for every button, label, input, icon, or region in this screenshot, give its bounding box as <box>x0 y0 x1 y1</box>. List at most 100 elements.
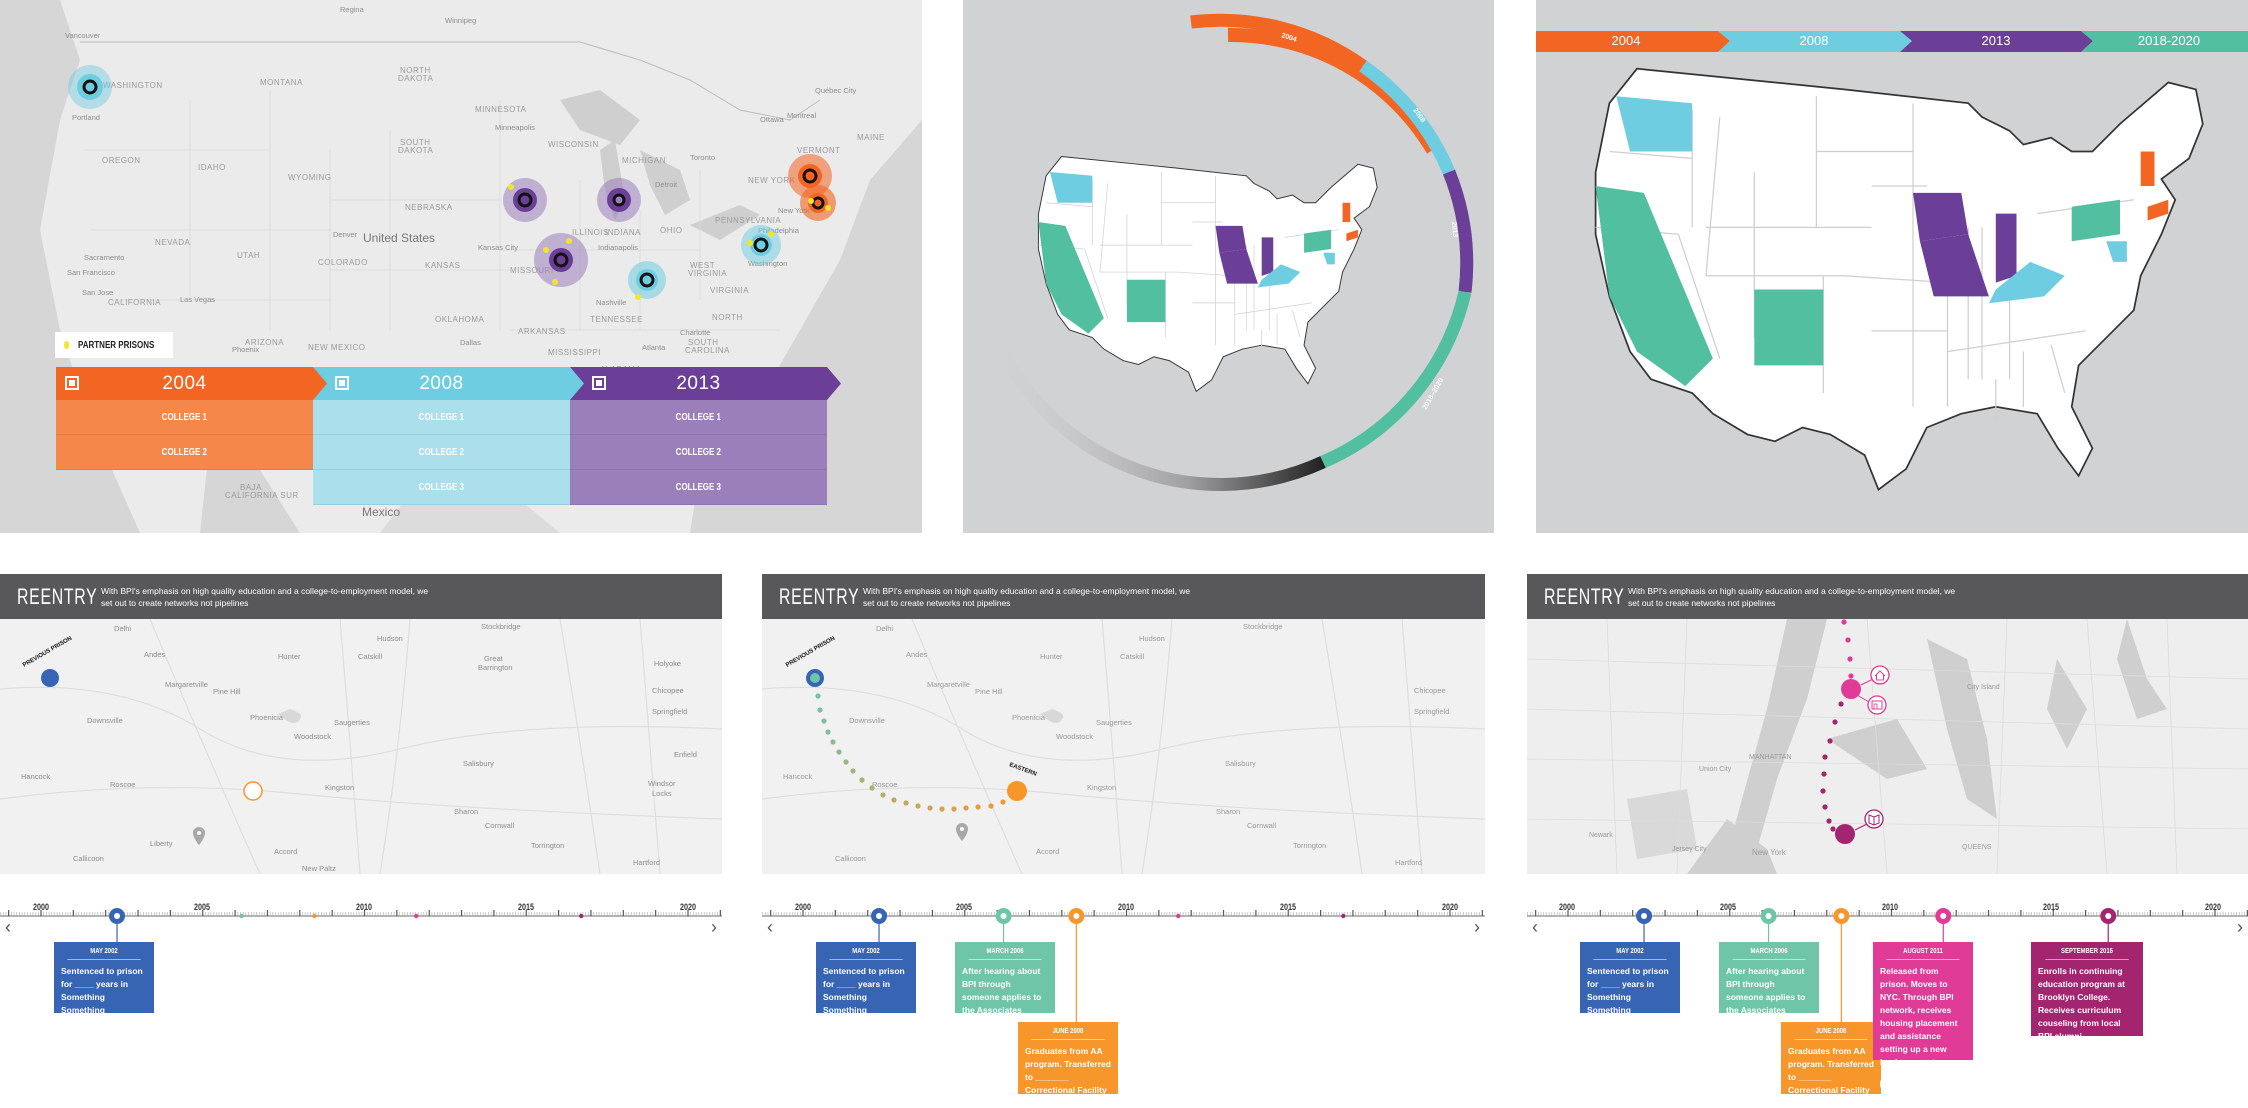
college-row[interactable]: COLLEGE 2 <box>313 435 570 470</box>
upstate-map[interactable]: Delhi Andes Margaretville Pine Hill Hunter C… <box>0 618 722 894</box>
svg-text:MANHATTAN: MANHATTAN <box>1749 754 1792 761</box>
prison-marker-seattle[interactable] <box>68 65 112 109</box>
timeline-prev-button[interactable]: ‹ <box>767 918 773 936</box>
svg-text:Kansas City: Kansas City <box>478 243 518 252</box>
svg-text:Chicopee: Chicopee <box>652 686 684 695</box>
timeline-year: 2005 <box>955 902 973 912</box>
event-card-june-2008[interactable]: JUNE 2008 Graduates from AA program. Tra… <box>1018 1022 1118 1095</box>
svg-text:Callicoon: Callicoon <box>835 854 866 863</box>
college-row[interactable]: COLLEGE 3 <box>570 470 827 505</box>
svg-text:NEVADA: NEVADA <box>155 238 190 247</box>
checkbox-icon[interactable] <box>592 376 606 390</box>
eastern-prison-marker[interactable] <box>243 781 263 801</box>
reentry-timeline: 2000 2005 2010 2015 2020 ‹ › MAY 2002 Se… <box>1527 874 2248 1108</box>
svg-text:Stockbridge: Stockbridge <box>481 622 521 631</box>
book-icon[interactable]: ❏ <box>2038 1049 2056 1067</box>
event-dot <box>1341 913 1346 919</box>
svg-text:Cornwall: Cornwall <box>1247 821 1277 830</box>
reentry-timeline: 2000 2005 2010 2015 2020 ‹ › MAY 2002 Se… <box>762 874 1485 1108</box>
eastern-prison-marker[interactable] <box>1007 781 1027 801</box>
svg-text:Chicopee: Chicopee <box>1414 686 1446 695</box>
event-card-march-2006[interactable]: MARCH 2006 After hearing about BPI throu… <box>1719 942 1819 1028</box>
ring-label-2013: 2013 <box>1450 222 1458 238</box>
checkbox-icon[interactable] <box>65 376 79 390</box>
timeline-prev-button[interactable]: ‹ <box>1532 918 1538 936</box>
svg-text:Barrington: Barrington <box>478 663 513 672</box>
event-card-may-2002[interactable]: MAY 2002 Sentenced to prison for ____ ye… <box>1580 942 1680 1028</box>
college-row[interactable]: COLLEGE 1 <box>56 400 313 435</box>
svg-text:Torrington: Torrington <box>531 841 564 850</box>
timeline-year: 2015 <box>2042 902 2060 912</box>
reentry-panel-step2: REENTRY With BPI's emphasis on high qual… <box>762 574 1485 1108</box>
book-icon[interactable] <box>1864 809 1884 829</box>
svg-text:MINNESOTA: MINNESOTA <box>475 105 527 114</box>
event-card-september-2016[interactable]: SEPTEMBER 2016 Enrolls in continuing edu… <box>2031 942 2143 1067</box>
svg-text:WYOMING: WYOMING <box>288 173 332 182</box>
route-dot <box>815 693 821 699</box>
svg-text:Charlotte: Charlotte <box>680 328 710 337</box>
chevron-label: 2013 <box>1982 33 2011 48</box>
svg-text:Phoenicia: Phoenicia <box>1012 713 1046 722</box>
location-pin-icon[interactable] <box>956 823 968 841</box>
svg-text:Andes: Andes <box>906 650 928 659</box>
svg-text:Salisbury: Salisbury <box>1225 759 1256 768</box>
college-row[interactable]: COLLEGE 1 <box>570 400 827 435</box>
location-pin-icon[interactable] <box>193 827 205 845</box>
prison-marker-missouri[interactable] <box>534 233 588 287</box>
event-card-august-2011[interactable]: AUGUST 2011 Released from prison. Moves … <box>1873 942 1973 1093</box>
event-icons: ❏ <box>2038 1049 2136 1067</box>
brooklyn-college-marker[interactable] <box>1835 824 1855 844</box>
event-date: MAY 2002 <box>829 948 903 960</box>
reentry-panel-step1: REENTRY With BPI's emphasis on high qual… <box>0 574 722 1108</box>
state-map-svg: 2004 2008 2013 2018-2020 <box>1536 31 2248 491</box>
college-row[interactable]: COLLEGE 2 <box>56 435 313 470</box>
timeline-prev-button[interactable]: ‹ <box>5 918 11 936</box>
route-dot <box>927 805 933 811</box>
prison-marker-indiana[interactable] <box>597 178 641 222</box>
house-icon[interactable]: ⌂ <box>1880 1075 1898 1093</box>
svg-text:Hunter: Hunter <box>278 652 301 661</box>
year-label: 2013 <box>676 372 721 394</box>
timeline-next-button[interactable]: › <box>1474 918 1480 936</box>
state-new-mexico <box>1754 289 1824 366</box>
event-card-march-2006[interactable]: MARCH 2006 After hearing about BPI throu… <box>955 942 1055 1028</box>
timeline-year: 2005 <box>193 902 211 912</box>
event-text: Graduates from AA program. Transferred t… <box>1025 1046 1111 1095</box>
year-tab-2004[interactable]: 2004 <box>56 367 327 400</box>
bank-icon[interactable]: ▣ <box>1906 1075 1924 1093</box>
ring-segment-2018-2020[interactable] <box>1320 290 1472 468</box>
event-card-may-2002[interactable]: MAY 2002 Sentenced to prison for ____ ye… <box>54 942 154 1028</box>
prison-marker-nyc[interactable] <box>800 185 836 221</box>
checkbox-icon[interactable] <box>335 376 349 390</box>
upstate-map[interactable]: Delhi Andes Margaretville Pine Hill Hunter C… <box>762 618 1485 875</box>
year-tab-2008[interactable]: 2008 <box>313 367 584 400</box>
svg-text:Hunter: Hunter <box>1040 652 1063 661</box>
svg-text:Accord: Accord <box>1036 847 1059 856</box>
state-vermont <box>2140 151 2155 186</box>
event-card-may-2002[interactable]: MAY 2002 Sentenced to prison for ____ ye… <box>816 942 916 1028</box>
timeline-next-button[interactable]: › <box>711 918 717 936</box>
svg-text:Springfield: Springfield <box>652 707 687 716</box>
svg-text:City Island: City Island <box>1967 684 2000 691</box>
previous-prison-marker[interactable] <box>41 669 59 687</box>
nyc-map[interactable]: MANHATTAN New York Newark Jersey City QUEE… <box>1527 618 2248 875</box>
timeline-next-button[interactable]: › <box>2237 918 2243 936</box>
route-dot <box>836 749 842 755</box>
eastern-label: EASTERN <box>1008 762 1037 777</box>
event-card-june-2008[interactable]: JUNE 2008 Graduates from AA program. Tra… <box>1781 1022 1881 1095</box>
bank-icon[interactable] <box>1867 695 1887 715</box>
svg-text:NORTH: NORTH <box>712 313 743 322</box>
college-row[interactable]: COLLEGE 2 <box>570 435 827 470</box>
svg-text:Woodstock: Woodstock <box>1056 732 1093 741</box>
prison-marker-iowa[interactable] <box>503 178 547 222</box>
college-row[interactable]: COLLEGE 1 <box>313 400 570 435</box>
event-text: Enrolls in continuing education program … <box>2038 966 2125 1041</box>
state-iowa <box>1215 225 1247 253</box>
svg-text:Roscoe: Roscoe <box>110 780 135 789</box>
route-dot <box>1000 799 1006 805</box>
house-icon[interactable] <box>1870 665 1890 685</box>
college-row[interactable]: COLLEGE 3 <box>313 470 570 505</box>
year-tab-2013[interactable]: 2013 <box>570 367 841 400</box>
prison-marker-maryland[interactable] <box>741 225 781 265</box>
svg-text:NEW MEXICO: NEW MEXICO <box>308 343 365 352</box>
